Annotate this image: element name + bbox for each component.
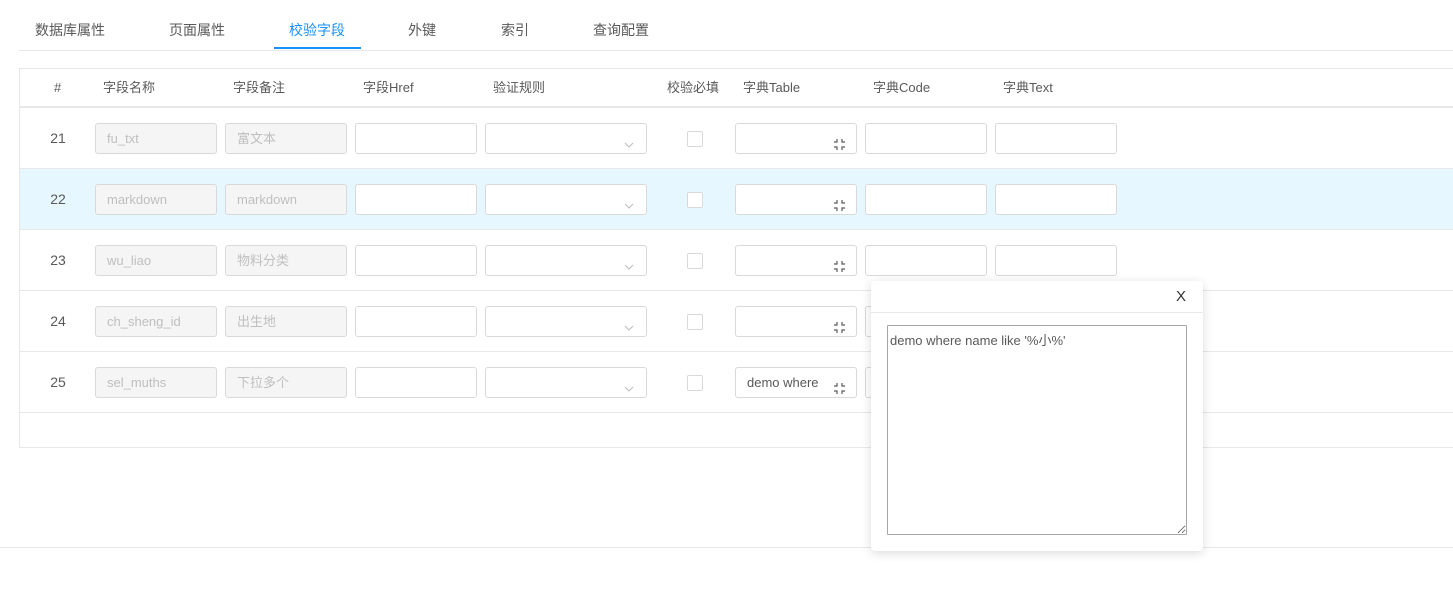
dict-table-input[interactable]: [735, 184, 857, 215]
header-validation-rule: 验证规则: [493, 80, 546, 95]
field-comment-input[interactable]: markdown: [225, 184, 347, 215]
row-number: 22: [50, 191, 66, 207]
fields-table: # 字段名称 字段备注 字段Href 验证规则 校验必填 字典Table 字典C…: [19, 68, 1453, 448]
field-href-input[interactable]: [355, 306, 477, 337]
field-comment-input[interactable]: 出生地: [225, 306, 347, 337]
field-name-input[interactable]: wu_liao: [95, 245, 217, 276]
fullscreen-expand-icon[interactable]: [833, 132, 846, 150]
dict-text-input[interactable]: [995, 245, 1117, 276]
validation-rule-select[interactable]: [485, 123, 647, 154]
table-row: 25 sel_muths 下拉多个 demo where: [20, 352, 1453, 413]
tab-bar: 数据库属性 页面属性 校验字段 外键 索引 查询配置: [19, 0, 1453, 51]
dict-table-editor-popover: X: [871, 281, 1203, 551]
field-href-input[interactable]: [355, 245, 477, 276]
row-number: 24: [50, 313, 66, 329]
header-index: #: [54, 80, 62, 95]
dict-text-input[interactable]: [995, 123, 1117, 154]
active-tab-indicator: [274, 47, 361, 49]
tab-foreign-keys[interactable]: 外键: [408, 0, 436, 51]
row-number: 25: [50, 374, 66, 390]
tab-query-config[interactable]: 查询配置: [593, 0, 649, 51]
chevron-down-icon: [624, 131, 634, 148]
header-field-comment: 字段备注: [233, 80, 286, 95]
field-name-input[interactable]: markdown: [95, 184, 217, 215]
validation-rule-select[interactable]: [485, 367, 647, 398]
row-number: 23: [50, 252, 66, 268]
chevron-down-icon: [624, 314, 634, 331]
validation-rule-select[interactable]: [485, 245, 647, 276]
popover-header: X: [871, 281, 1203, 313]
required-checkbox[interactable]: [687, 253, 703, 269]
field-name-input[interactable]: sel_muths: [95, 367, 217, 398]
header-dict-text: 字典Text: [1003, 80, 1053, 95]
field-name-input[interactable]: ch_sheng_id: [95, 306, 217, 337]
chevron-down-icon: [624, 375, 634, 392]
required-checkbox[interactable]: [687, 314, 703, 330]
tab-validation-fields[interactable]: 校验字段: [289, 0, 345, 51]
chevron-down-icon: [624, 192, 634, 209]
header-required: 校验必填: [667, 80, 720, 95]
field-comment-input[interactable]: 下拉多个: [225, 367, 347, 398]
tab-page-properties[interactable]: 页面属性: [169, 0, 225, 51]
field-comment-input[interactable]: 物料分类: [225, 245, 347, 276]
table-row: 22 markdown markdown: [20, 169, 1453, 230]
required-checkbox[interactable]: [687, 192, 703, 208]
validation-rule-select[interactable]: [485, 306, 647, 337]
dict-table-value: demo where: [747, 375, 819, 390]
header-dict-code: 字典Code: [873, 80, 931, 95]
table-row: 21 fu_txt 富文本: [20, 108, 1453, 169]
required-checkbox[interactable]: [687, 375, 703, 391]
table-header: # 字段名称 字段备注 字段Href 验证规则 校验必填 字典Table 字典C…: [20, 69, 1453, 107]
required-checkbox[interactable]: [687, 131, 703, 147]
validation-rule-select[interactable]: [485, 184, 647, 215]
divider: [0, 547, 1453, 548]
dict-table-input[interactable]: [735, 123, 857, 154]
dict-table-textarea[interactable]: [887, 325, 1187, 535]
fullscreen-expand-icon[interactable]: [833, 193, 846, 211]
dict-code-input[interactable]: [865, 184, 987, 215]
dict-text-input[interactable]: [995, 184, 1117, 215]
tab-indexes[interactable]: 索引: [501, 0, 529, 51]
dict-table-input[interactable]: [735, 306, 857, 337]
field-href-input[interactable]: [355, 184, 477, 215]
fullscreen-expand-icon[interactable]: [833, 376, 846, 394]
chevron-down-icon: [624, 253, 634, 270]
fullscreen-expand-icon[interactable]: [833, 315, 846, 333]
table-row: 24 ch_sheng_id 出生地: [20, 291, 1453, 352]
header-field-name: 字段名称: [103, 80, 156, 95]
dict-table-input[interactable]: demo where: [735, 367, 857, 398]
dict-table-input[interactable]: [735, 245, 857, 276]
header-field-href: 字段Href: [363, 80, 414, 95]
field-href-input[interactable]: [355, 123, 477, 154]
header-dict-table: 字典Table: [743, 80, 801, 95]
field-comment-input[interactable]: 富文本: [225, 123, 347, 154]
table-row: 23 wu_liao 物料分类: [20, 230, 1453, 291]
tab-database-properties[interactable]: 数据库属性: [35, 0, 105, 51]
field-href-input[interactable]: [355, 367, 477, 398]
row-number: 21: [50, 130, 66, 146]
dict-code-input[interactable]: [865, 245, 987, 276]
dict-code-input[interactable]: [865, 123, 987, 154]
fullscreen-expand-icon[interactable]: [833, 254, 846, 272]
close-button[interactable]: X: [1173, 287, 1189, 307]
field-name-input[interactable]: fu_txt: [95, 123, 217, 154]
